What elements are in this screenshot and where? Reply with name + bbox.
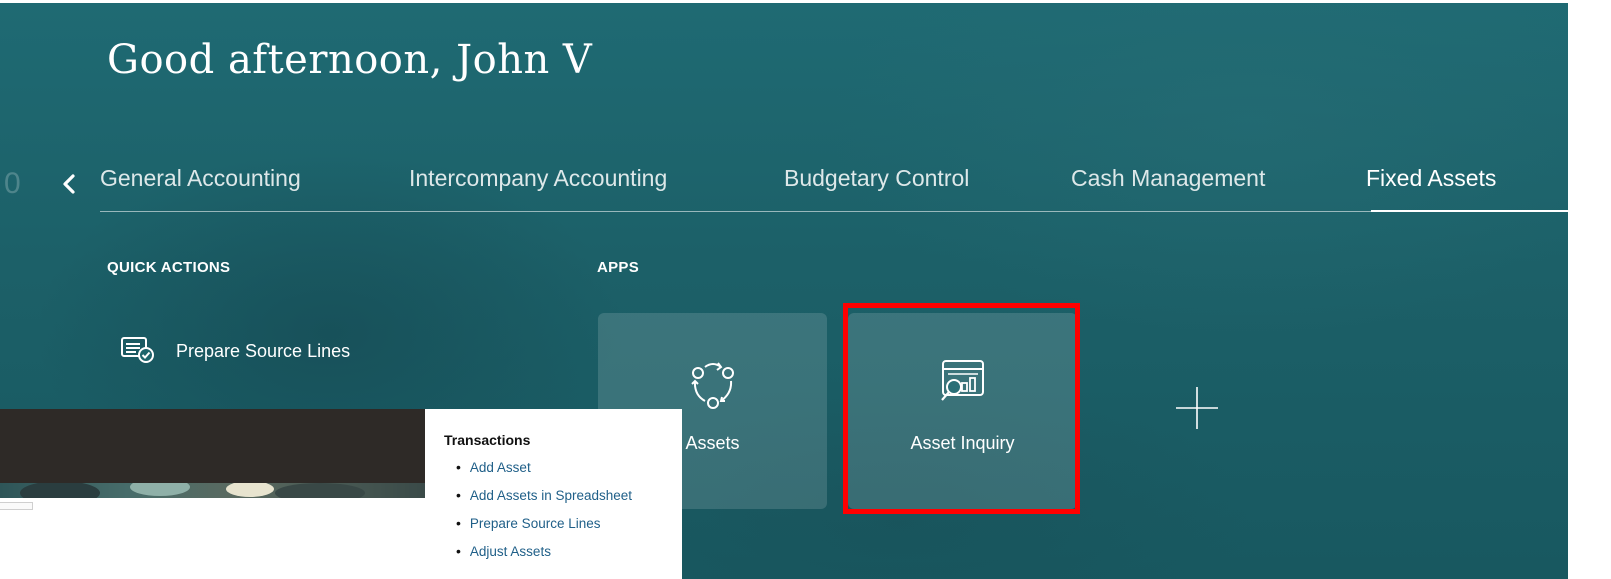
partial-tab-glyph: 0 [4,167,21,200]
tab-cash-management[interactable]: Cash Management [1071,165,1265,192]
transaction-link-prepare-source-lines[interactable]: Prepare Source Lines [456,509,632,537]
tab-intercompany-accounting[interactable]: Intercompany Accounting [409,165,667,192]
apps-heading: APPS [597,259,640,276]
prepare-source-lines-icon [120,335,156,368]
tab-budgetary-control[interactable]: Budgetary Control [784,165,969,192]
tab-general-accounting[interactable]: General Accounting [100,165,301,192]
transactions-heading: Transactions [444,432,531,448]
chevron-left-icon[interactable] [58,171,80,197]
quick-action-prepare-source-lines[interactable]: Prepare Source Lines [120,336,350,366]
group-tabs: General Accounting Intercompany Accounti… [100,163,1568,212]
transactions-panel: Transactions Add Asset Add Assets in Spr… [425,409,682,579]
quick-actions-heading: QUICK ACTIONS [107,259,231,276]
transaction-link-adjust-assets[interactable]: Adjust Assets [456,537,632,565]
overlay-banner-image [0,483,425,498]
transactions-list: Add Asset Add Assets in Spreadsheet Prep… [456,453,632,565]
overlay-white-area [0,498,425,579]
greeting-title: Good afternoon, John V [107,37,593,83]
highlight-box [843,303,1080,514]
active-tab-indicator [1371,210,1568,212]
plus-icon[interactable] [1172,383,1222,433]
tab-fixed-assets[interactable]: Fixed Assets [1366,165,1496,192]
transaction-link-add-assets-in-spreadsheet[interactable]: Add Assets in Spreadsheet [456,481,632,509]
transaction-link-add-asset[interactable]: Add Asset [456,453,632,481]
quick-action-label: Prepare Source Lines [176,340,351,361]
small-frame [0,502,33,510]
overlay-dark-banner [0,409,425,483]
